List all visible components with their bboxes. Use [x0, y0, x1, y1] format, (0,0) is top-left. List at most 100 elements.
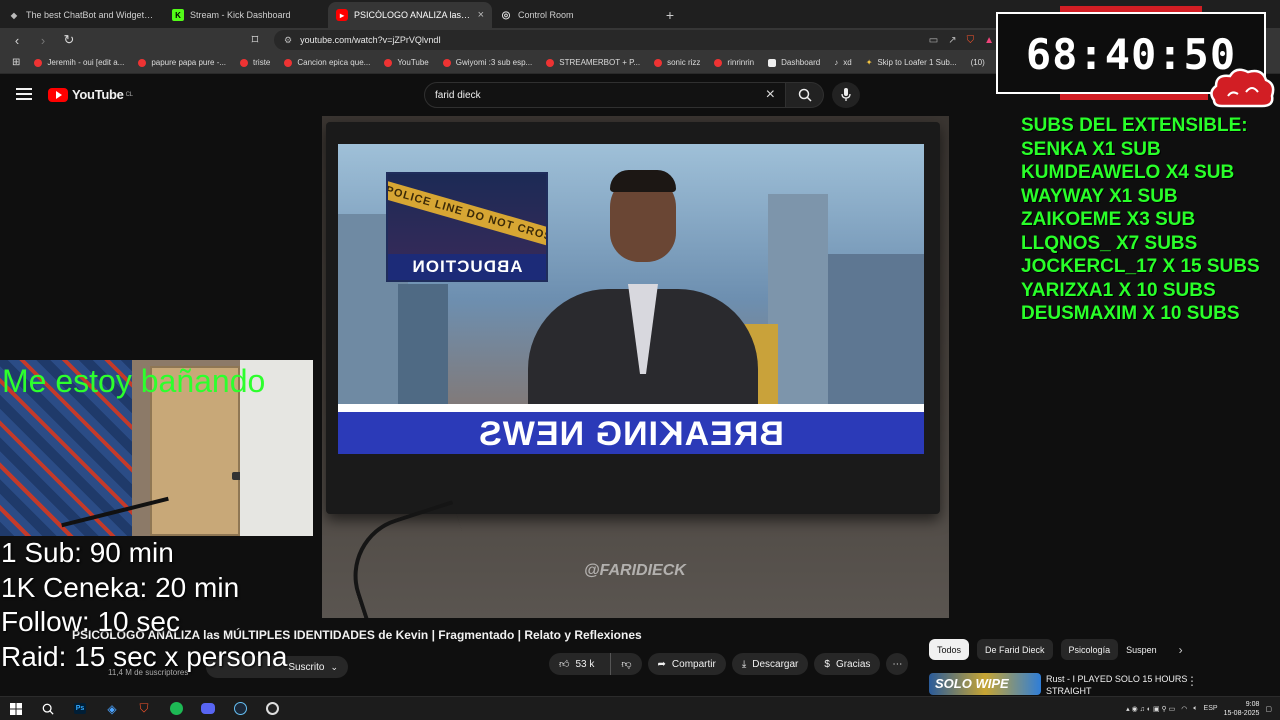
search-input[interactable]: farid dieck ×	[424, 82, 786, 108]
brave-rewards-icon[interactable]: ▲	[984, 35, 994, 46]
chip-psychology[interactable]: Psicología	[1060, 639, 1119, 660]
youtube-logo[interactable]: YouTube CL	[48, 87, 133, 102]
wifi-icon[interactable]: ◠	[1181, 705, 1187, 713]
rate-line: 1 Sub: 90 min	[1, 537, 174, 568]
police-tape: POLICE LINE DO NOT CROSS	[388, 180, 546, 250]
youtube-icon	[442, 58, 451, 67]
bookmark-icon[interactable]: ⌑	[244, 29, 266, 51]
news-inset: POLICE LINE DO NOT CROSS ABDUCTION	[386, 172, 548, 282]
obs-icon[interactable]	[256, 697, 288, 720]
brave-icon[interactable]: ⛉	[128, 697, 160, 720]
chip-channel[interactable]: De Farid Dieck	[977, 639, 1053, 660]
bookmark-item[interactable]: STREAMERBOT + P...	[540, 58, 646, 67]
chip-all[interactable]: Todos	[929, 639, 970, 660]
language-indicator[interactable]: ESP	[1204, 705, 1218, 712]
inset-caption: ABDUCTION	[388, 254, 546, 280]
bookmark-item[interactable]: YouTube	[378, 58, 434, 67]
sub-entry: JOCKERCL_17 X 15 SUBS	[1021, 256, 1260, 277]
video-actions: 👍︎ 53 k 👎︎ ➦ Compartir ⤓ Descargar $ Gra…	[549, 653, 909, 675]
bookmark-item[interactable]: papure papa pure -...	[132, 58, 232, 67]
television: POLICE LINE DO NOT CROSS ABDUCTION BREAK…	[326, 122, 940, 514]
site-info-icon[interactable]: ⚙	[284, 35, 292, 46]
youtube-play-icon	[48, 87, 68, 102]
video-player[interactable]: POLICE LINE DO NOT CROSS ABDUCTION BREAK…	[322, 116, 949, 618]
bookmark-item[interactable]: Dashboard	[762, 58, 826, 67]
search-button[interactable]	[786, 82, 824, 108]
kick-icon: K	[172, 9, 184, 21]
bookmark-item[interactable]: rinrinrin	[708, 58, 760, 67]
microphone-icon	[841, 88, 851, 101]
screen: ◆ The best ChatBot and Widgets for Ki K …	[0, 0, 1280, 720]
video-watermark: @FARIDIECK	[584, 562, 686, 579]
discord-icon[interactable]	[192, 697, 224, 720]
browser-tab-control-room[interactable]: ◎ Control Room	[492, 2, 656, 28]
thumbs-down-icon: 👎︎	[621, 659, 632, 670]
back-icon[interactable]: ‹	[6, 29, 28, 51]
sub-entry: YARIZXA1 X 10 SUBS	[1021, 279, 1216, 301]
thumbs-up-icon: 👍︎	[559, 659, 570, 670]
bookmark-item[interactable]: ♪ xd	[828, 58, 857, 67]
steam-icon[interactable]	[224, 697, 256, 720]
like-button[interactable]: 👍︎ 53 k	[549, 653, 604, 675]
youtube-icon	[34, 58, 43, 67]
forward-icon[interactable]: ›	[32, 29, 54, 51]
apps-grid-icon[interactable]: ⊞	[6, 57, 26, 68]
brave-shield-icon[interactable]: ⛉	[967, 35, 975, 46]
bookmark-item[interactable]: ✦ Skip to Loafer 1 Sub...	[860, 58, 963, 67]
url-text: youtube.com/watch?v=jZPrVQlvndI	[300, 35, 441, 45]
photoshop-icon[interactable]: Ps	[64, 697, 96, 720]
diamond-icon: ◆	[10, 10, 18, 20]
chevron-right-icon[interactable]: ›	[1179, 643, 1183, 657]
recommended-thumbnail[interactable]: SOLO WIPE	[929, 673, 1041, 695]
reload-icon[interactable]: ↻	[58, 29, 80, 51]
address-bar[interactable]: ⚙ youtube.com/watch?v=jZPrVQlvndI ▭ ↗ ⛉ …	[274, 30, 1004, 50]
search-icon[interactable]	[32, 697, 64, 720]
close-icon[interactable]: ×	[766, 86, 775, 104]
tray-icons[interactable]: ▴ ◉ ♫ ◐ ▣ ⚲ ▭	[1126, 705, 1175, 713]
dashboard-icon	[768, 58, 777, 67]
windows-start-icon[interactable]	[0, 697, 32, 720]
bookmark-item[interactable]: sonic rizz	[648, 58, 706, 67]
thanks-button[interactable]: $ Gracias	[814, 653, 881, 675]
tab-title: Stream - Kick Dashboard	[190, 10, 291, 20]
browser-tab-chatbot[interactable]: ◆ The best ChatBot and Widgets for Ki	[0, 2, 164, 28]
browser-tab-kick[interactable]: K Stream - Kick Dashboard	[164, 2, 328, 28]
more-vert-icon[interactable]: ⋮	[1186, 674, 1198, 688]
share-button[interactable]: ➦ Compartir	[647, 653, 726, 675]
bookmark-item[interactable]: (10)	[965, 58, 991, 67]
cast-icon[interactable]: ▭	[929, 35, 938, 46]
webcam-caption: Me estoy bañando	[2, 363, 266, 399]
volume-icon[interactable]: 🔈︎	[1193, 705, 1197, 713]
windows-taskbar: Ps ◈ ⛉ ▴ ◉ ♫ ◐ ▣ ⚲ ▭ ◠ 🔈︎ ESP 9:08 15-08…	[0, 696, 1280, 720]
bookmark-item[interactable]: Cancion epica que...	[278, 58, 376, 67]
bookmark-item[interactable]: Gwiyomi :3 sub esp...	[437, 58, 538, 67]
close-tab-icon[interactable]: ×	[478, 9, 484, 21]
youtube-icon	[240, 58, 249, 67]
notifications-icon[interactable]: ▢	[1265, 705, 1272, 713]
menu-icon[interactable]	[16, 88, 32, 100]
recommended-title[interactable]: Rust - I PLAYED SOLO 15 HOURS STRAIGHT	[1046, 673, 1196, 697]
rate-line: Raid: 15 sec x persona	[1, 640, 288, 672]
rate-line: Follow: 10 sec	[1, 606, 180, 637]
more-actions-button[interactable]: ⋯	[886, 653, 909, 675]
recommendation-chips: Todos De Farid Dieck Psicología Suspen ›	[929, 639, 1183, 660]
new-tab-button[interactable]: +	[656, 2, 684, 28]
download-button[interactable]: ⤓ Descargar	[731, 653, 809, 675]
spotify-icon[interactable]	[160, 697, 192, 720]
streamerbot-icon[interactable]: ◈	[96, 697, 128, 720]
youtube-icon: ▸	[336, 9, 348, 21]
clock[interactable]: 9:08 15-08-2025	[1224, 700, 1260, 718]
sub-entry: WAYWAY X1 SUB	[1021, 185, 1178, 207]
browser-tab-youtube[interactable]: ▸ PSICÓLOGO ANALIZA las MÚ ×	[328, 2, 492, 28]
bookmark-item[interactable]: triste	[234, 58, 276, 67]
voice-search-button[interactable]	[832, 82, 860, 108]
thumbnail-text: SOLO WIPE	[935, 676, 1009, 691]
chevron-down-icon: ⌄	[330, 661, 338, 672]
share-icon[interactable]: ↗	[948, 35, 956, 46]
dislike-button[interactable]: 👎︎	[610, 653, 641, 675]
subathon-rates-overlay: 1 Sub: 90 min 1K Ceneka: 20 min Follow: …	[1, 536, 287, 674]
chip-suspense[interactable]: Suspen	[1126, 639, 1165, 660]
system-tray: ▴ ◉ ♫ ◐ ▣ ⚲ ▭ ◠ 🔈︎ ESP 9:08 15-08-2025 ▢	[1126, 700, 1280, 718]
bookmark-item[interactable]: Jeremih - oui [edit a...	[28, 58, 130, 67]
more-icon: ⋯	[892, 658, 903, 670]
